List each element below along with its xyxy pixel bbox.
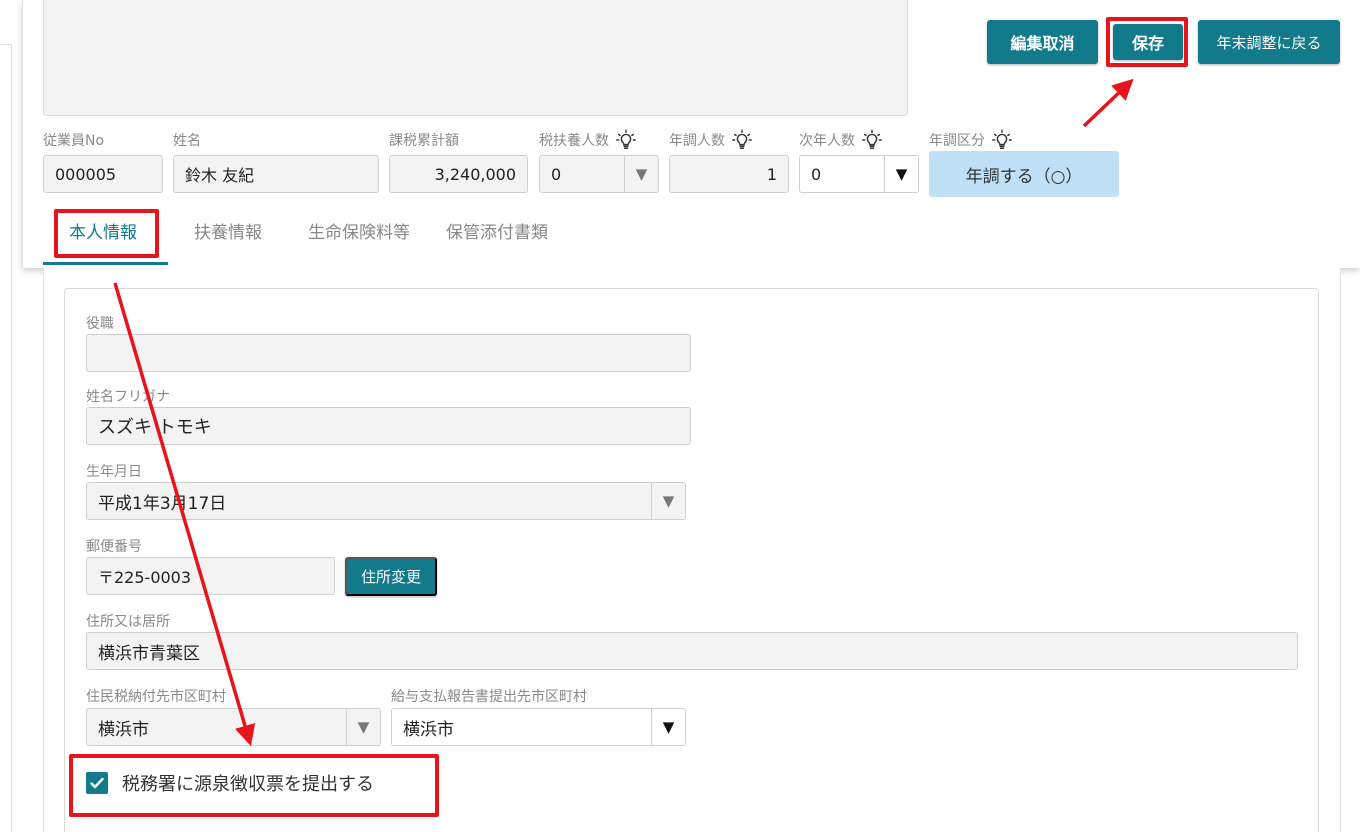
tax-dependents-label: 税扶養人数 (539, 127, 637, 153)
birthdate-label: 生年月日 (86, 464, 142, 480)
postal-field[interactable]: 〒225-0003 (86, 557, 335, 595)
next-year-count-select[interactable]: 0 ▼ (799, 155, 919, 193)
tab-life-insurance[interactable]: 生命保険料等 (308, 218, 410, 254)
salary-report-city-label: 給与支払報告書提出先市区町村 (391, 689, 587, 705)
nencho-type-badge[interactable]: 年調する（○） (929, 151, 1119, 197)
name-label: 姓名 (173, 133, 201, 149)
taxable-total-field[interactable]: 3,240,000 (389, 155, 528, 193)
birthdate-select[interactable]: 平成1年3月17日 ▼ (86, 482, 686, 520)
checkmark-icon (90, 777, 104, 789)
taxable-total-label: 課税累計額 (389, 133, 459, 149)
cancel-edit-button[interactable]: 編集取消 (987, 20, 1098, 64)
address-change-button[interactable]: 住所変更 (345, 557, 437, 596)
position-field[interactable] (86, 334, 691, 372)
submit-withholding-option[interactable]: 税務署に源泉徴収票を提出する (86, 770, 374, 796)
save-button[interactable]: 保存 (1113, 24, 1183, 60)
lightbulb-icon[interactable] (861, 129, 883, 151)
furigana-label: 姓名フリガナ (86, 389, 170, 405)
salary-report-city-select[interactable]: 横浜市 ▼ (391, 708, 686, 746)
nencho-type-label: 年調区分 (929, 127, 1013, 153)
position-label: 役職 (86, 316, 114, 332)
memo-area[interactable] (43, 0, 908, 116)
chevron-down-icon[interactable]: ▼ (651, 483, 685, 519)
chevron-down-icon[interactable]: ▼ (346, 709, 380, 745)
address-label: 住所又は居所 (86, 614, 170, 630)
tab-personal-info[interactable]: 本人情報 (69, 218, 137, 254)
resident-tax-city-label: 住民税納付先市区町村 (86, 689, 226, 705)
next-year-count-label: 次年人数 (799, 127, 883, 153)
submit-withholding-label: 税務署に源泉徴収票を提出する (122, 774, 374, 795)
lightbulb-icon[interactable] (731, 129, 753, 151)
tax-dependents-select[interactable]: 0 ▼ (539, 155, 659, 193)
chevron-down-icon[interactable]: ▼ (651, 709, 685, 745)
employee-no-label: 従業員No (43, 133, 105, 149)
address-field[interactable]: 横浜市青葉区 (86, 632, 1298, 670)
furigana-field[interactable]: スズキ トモキ (86, 407, 691, 445)
employee-no-field[interactable]: 000005 (43, 155, 163, 193)
tab-attachments[interactable]: 保管添付書類 (446, 218, 548, 254)
lightbulb-icon[interactable] (615, 129, 637, 151)
tab-dependents[interactable]: 扶養情報 (194, 218, 262, 254)
submit-withholding-checkbox[interactable] (86, 772, 108, 794)
nencho-count-label: 年調人数 (669, 127, 753, 153)
app-root: 編集取消 保存 年末調整に戻る 従業員No 姓名 課税累計額 税扶養人数 年調人… (0, 0, 1360, 832)
chevron-down-icon[interactable]: ▼ (624, 156, 658, 192)
name-field[interactable]: 鈴木 友紀 (173, 155, 379, 193)
chevron-down-icon[interactable]: ▼ (884, 156, 918, 192)
resident-tax-city-select[interactable]: 横浜市 ▼ (86, 708, 381, 746)
active-tab-indicator (43, 262, 168, 265)
postal-label: 郵便番号 (86, 539, 142, 555)
left-panel-edge (0, 44, 12, 832)
back-to-year-end-button[interactable]: 年末調整に戻る (1198, 20, 1340, 64)
nencho-count-field[interactable]: 1 (669, 155, 789, 193)
lightbulb-icon[interactable] (991, 129, 1013, 151)
